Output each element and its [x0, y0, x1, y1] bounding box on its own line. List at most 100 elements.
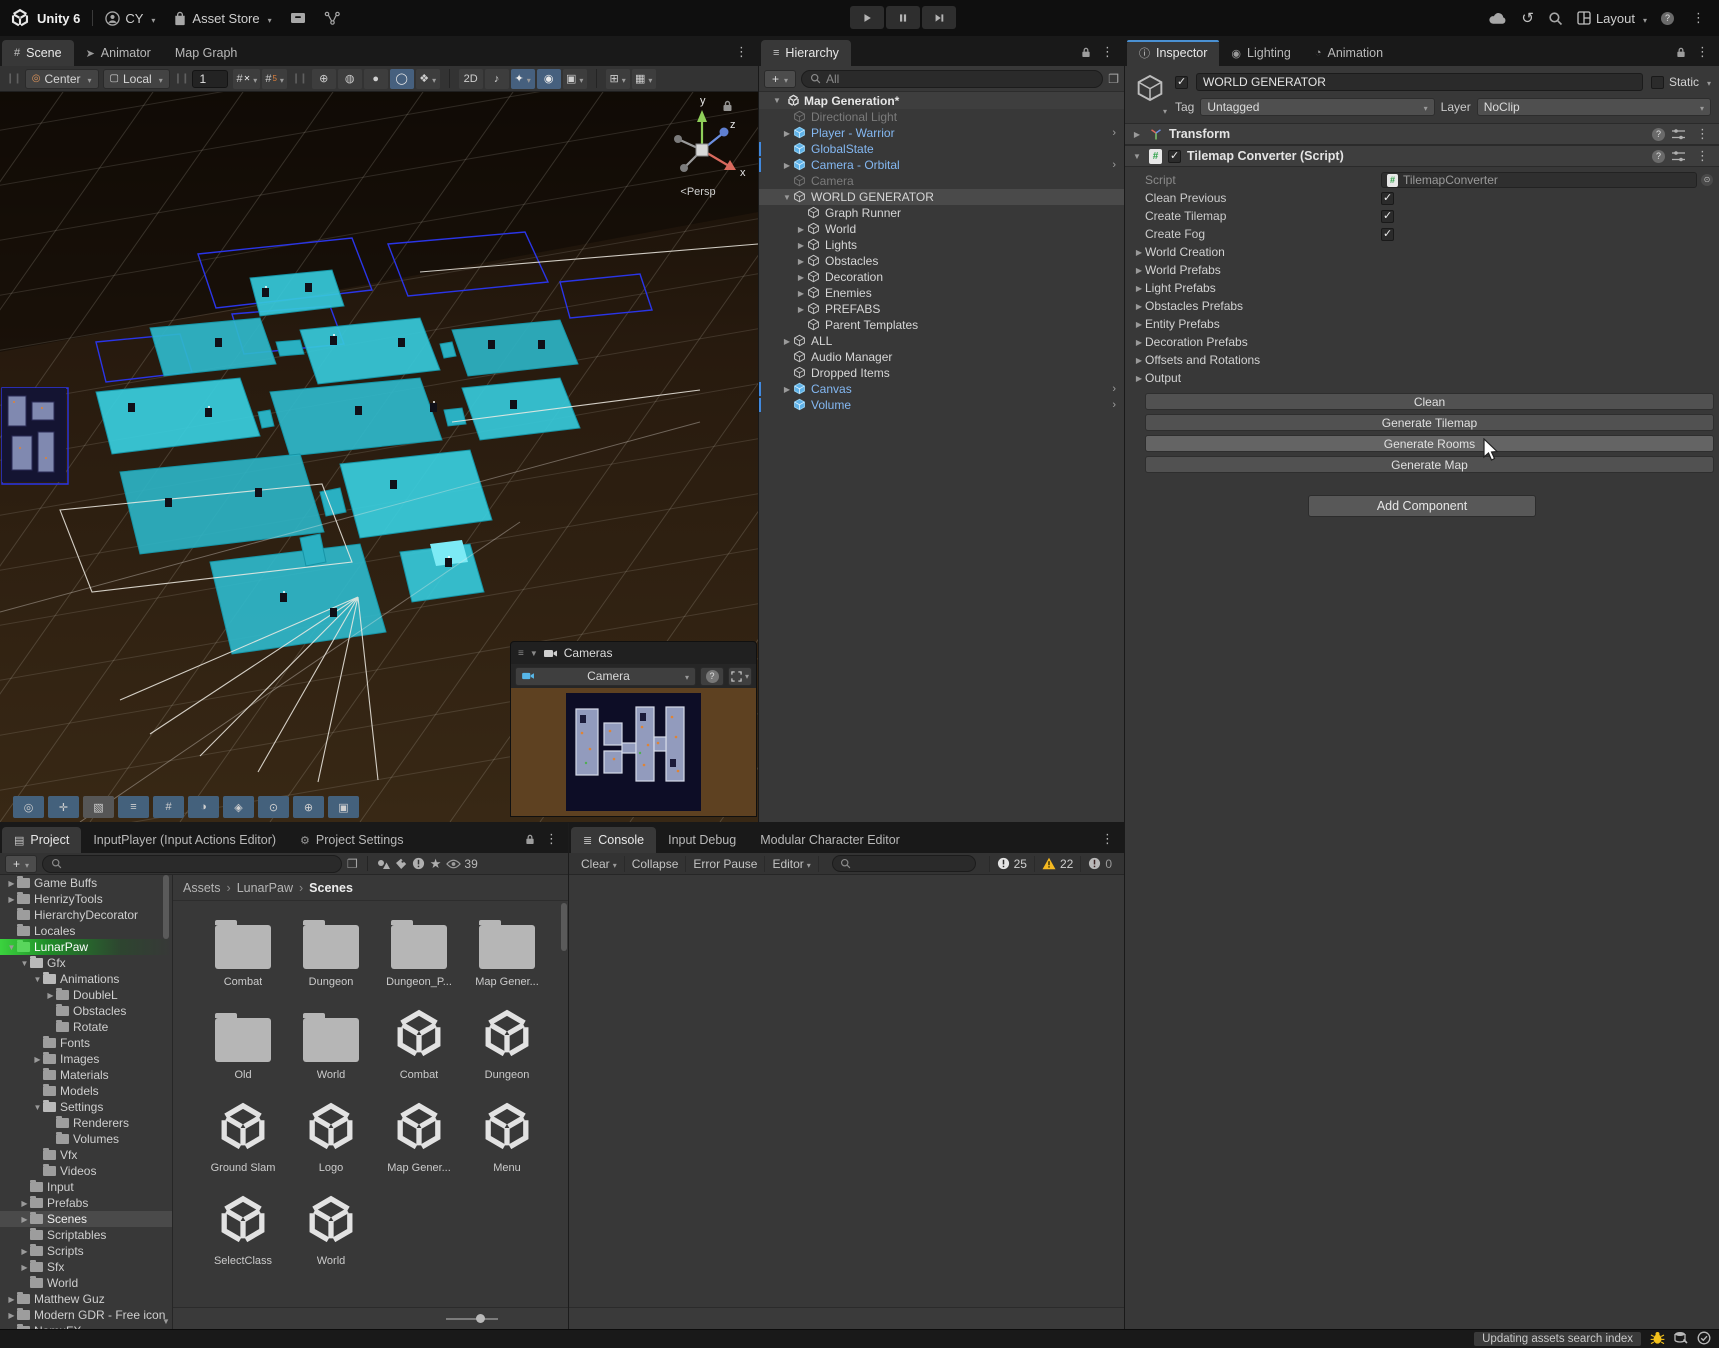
folder-tree-item[interactable]: World — [0, 1275, 172, 1291]
folder-tree-item[interactable]: Obstacles — [0, 1003, 172, 1019]
orbit-tool[interactable]: ◎ — [13, 796, 44, 818]
help-icon[interactable] — [1661, 12, 1674, 25]
collapse-arrow-icon[interactable]: ▼ — [771, 96, 783, 105]
toolbar-grip[interactable]: ❙❙ — [6, 73, 21, 84]
layout-dropdown[interactable]: Layout — [1577, 11, 1647, 26]
scene-header-row[interactable]: ▼ Map Generation* — [759, 92, 1124, 109]
tag-dropdown[interactable]: Untagged — [1200, 98, 1434, 116]
tab-hierarchy[interactable]: ≡Hierarchy — [761, 40, 851, 66]
expand-arrow-icon[interactable]: ▶ — [795, 225, 807, 234]
active-checkbox[interactable] — [1175, 76, 1188, 89]
2d-mode-toggle[interactable]: 2D — [459, 69, 483, 89]
breadcrumb-item[interactable]: LunarPaw — [237, 881, 303, 895]
debug-bug-icon[interactable] — [1650, 1331, 1665, 1348]
prefab-open-chevron[interactable]: › — [1112, 127, 1116, 139]
folder-tree-item[interactable]: Rotate — [0, 1019, 172, 1035]
undo-history-icon[interactable]: ↺ — [1521, 9, 1534, 27]
layers-toggle[interactable]: ▣ — [563, 69, 587, 89]
add-gameobject-button[interactable]: + — [764, 70, 796, 88]
search-index-icon[interactable] — [1674, 1331, 1688, 1347]
folder-tree-item[interactable]: ▶ Matthew Guz — [0, 1291, 172, 1307]
property-checkbox[interactable] — [1381, 192, 1394, 205]
expand-arrow-icon[interactable]: ▼ — [32, 975, 43, 984]
folder-tree-item[interactable]: Videos — [0, 1163, 172, 1179]
grid-size-input[interactable]: 1 — [192, 70, 228, 88]
expand-arrow-icon[interactable]: ▼ — [19, 959, 30, 968]
grid-overlay-menu[interactable]: ⊞ — [606, 69, 630, 89]
component-more-icon[interactable]: ⋮ — [1692, 126, 1713, 142]
project-search-input[interactable] — [42, 855, 342, 873]
inspector-tab[interactable]: ⓘ Inspector — [1127, 40, 1219, 66]
project-more-icon[interactable]: ⋮ — [541, 831, 562, 847]
folder-tree-item[interactable]: ▼ LunarPaw — [0, 939, 172, 955]
audio-mute-toggle[interactable]: ♪ — [485, 69, 509, 89]
hierarchy-item[interactable]: GlobalState — [759, 141, 1124, 157]
snap-move-toggle[interactable]: #✕ — [233, 69, 260, 89]
projection-label[interactable]: <Persp — [648, 186, 748, 198]
hierarchy-item[interactable]: ▶ Canvas › — [759, 381, 1124, 397]
inspector-foldout[interactable]: Output — [1125, 369, 1719, 387]
component-overlay-menu[interactable]: ▦ — [632, 69, 656, 89]
asset-store-menu[interactable]: Asset Store — [173, 11, 271, 26]
folder-tree-item[interactable]: ▶ DoubleL — [0, 987, 172, 1003]
search-icon[interactable] — [1548, 11, 1563, 26]
hierarchy-item[interactable]: ▶ World — [759, 221, 1124, 237]
handle-rotation-toggle[interactable]: ◍ — [338, 69, 362, 89]
hierarchy-item[interactable]: ▼ WORLD GENERATOR — [759, 189, 1124, 205]
hierarchy-item[interactable]: ▶ Enemies — [759, 285, 1124, 301]
expand-arrow-icon[interactable]: ▶ — [6, 879, 17, 888]
scene-viewport[interactable]: y z x <Persp ◎✛▧≡#◑◈⊙⊕▣ ≡ ▼ Cameras — [0, 92, 758, 822]
inspector-action-button[interactable]: Clean — [1145, 393, 1714, 410]
folder-tree-item[interactable]: ▶ Images — [0, 1051, 172, 1067]
asset-tile[interactable]: Old — [199, 1006, 287, 1099]
folder-tree-item[interactable]: Materials — [0, 1067, 172, 1083]
asset-tile[interactable]: Map Gener... — [463, 913, 551, 1006]
inspector-tab[interactable]: ◉ Lighting — [1219, 40, 1302, 66]
lock-icon[interactable] — [1676, 47, 1686, 58]
project-tab[interactable]: ⚙ Project Settings — [288, 827, 415, 853]
tree-scrollbar[interactable]: ▼ — [162, 875, 170, 1330]
effects-toggle[interactable]: ✦ — [511, 69, 535, 89]
expand-arrow-icon[interactable]: ▼ — [6, 943, 17, 952]
gameobject-name-input[interactable]: WORLD GENERATOR — [1196, 73, 1643, 91]
more-menu-icon[interactable]: ⋮ — [1688, 10, 1709, 26]
folder-tree-item[interactable]: HierarchyDecorator — [0, 907, 172, 923]
folder-tree-item[interactable]: ▶ Game Buffs — [0, 875, 172, 891]
asset-tile[interactable]: Map Gener... — [375, 1099, 463, 1192]
pivot-dropdown[interactable]: ◎Center — [25, 69, 99, 89]
help-icon[interactable] — [1652, 128, 1665, 141]
scroll-down-arrow-icon[interactable]: ▼ — [162, 1317, 170, 1326]
hierarchy-item[interactable]: ▶ PREFABS — [759, 301, 1124, 317]
breadcrumb-item[interactable]: Assets — [183, 881, 231, 895]
scene-visibility-toggle[interactable]: ◉ — [537, 69, 561, 89]
hierarchy-item[interactable]: Audio Manager — [759, 349, 1124, 365]
project-tab[interactable]: ▤ Project — [2, 827, 81, 853]
zoom-tool[interactable]: ⊙ — [258, 796, 289, 818]
layer-dropdown[interactable]: NoClip — [1477, 98, 1711, 116]
hidden-packages-icon[interactable] — [412, 857, 425, 870]
foldout-arrow-icon[interactable]: ▼ — [1131, 152, 1143, 161]
inspector-action-button[interactable]: Generate Rooms — [1145, 435, 1714, 452]
folder-tree-item[interactable]: ▶ HenrizyTools — [0, 891, 172, 907]
project-tab[interactable]: InputPlayer (Input Actions Editor) — [81, 827, 288, 853]
asset-tile[interactable]: Ground Slam — [199, 1099, 287, 1192]
console-tab[interactable]: ≣ Console — [571, 827, 656, 853]
foldout-arrow-icon[interactable]: ▶ — [1131, 130, 1143, 139]
expand-arrow-icon[interactable]: ▶ — [19, 1215, 30, 1224]
folder-tree-item[interactable]: ▼ Settings — [0, 1099, 172, 1115]
expand-arrow-icon[interactable]: ▶ — [19, 1247, 30, 1256]
inspector-action-button[interactable]: Generate Tilemap — [1145, 414, 1714, 431]
error-count-badge[interactable]: 0 — [1080, 856, 1119, 872]
filter-by-label-icon[interactable] — [395, 858, 407, 870]
static-dropdown-icon[interactable] — [1707, 75, 1711, 89]
thumbnail-zoom-slider[interactable] — [446, 1318, 498, 1320]
add-component-button[interactable]: Add Component — [1308, 495, 1536, 517]
account-menu[interactable]: CY — [105, 11, 155, 26]
asset-tile[interactable]: Dungeon_P... — [375, 913, 463, 1006]
favorites-star-icon[interactable]: ★ — [430, 856, 442, 872]
prefab-open-chevron[interactable]: › — [1112, 159, 1116, 171]
scene-view-tab[interactable]: # Scene — [2, 40, 74, 66]
inspector-foldout[interactable]: Light Prefabs — [1125, 279, 1719, 297]
help-icon[interactable] — [1652, 150, 1665, 163]
breadcrumb-item[interactable]: Scenes — [309, 881, 353, 895]
